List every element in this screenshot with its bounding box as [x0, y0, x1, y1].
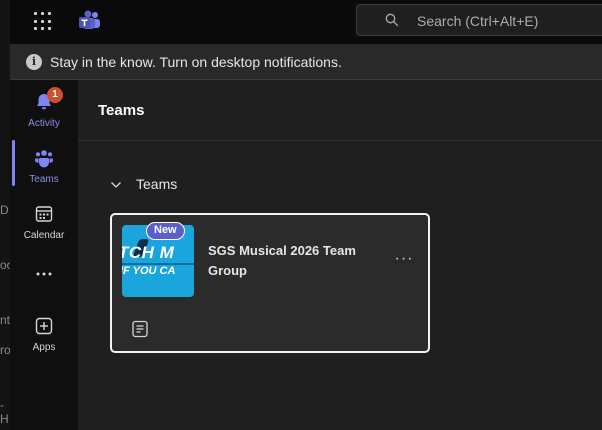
- rail-item-label: Teams: [29, 174, 59, 185]
- more-apps-button[interactable]: [10, 250, 78, 298]
- new-badge: New: [146, 222, 185, 240]
- background-text-fragment: ro: [0, 343, 10, 357]
- rail-item-label: Apps: [32, 342, 56, 353]
- calendar-icon: [35, 206, 53, 222]
- search-icon: [385, 13, 399, 27]
- main-content: Teams Teams TCH M IF YOU CA New SGS Musi…: [78, 80, 602, 430]
- section-label: Teams: [136, 176, 178, 192]
- app-bar: 1 Activity Teams Calendar Apps: [10, 80, 78, 430]
- team-card[interactable]: TCH M IF YOU CA New SGS Musical 2026 Tea…: [110, 213, 430, 353]
- team-name[interactable]: SGS Musical 2026 Team Group: [208, 241, 384, 281]
- rail-item-label: Activity: [28, 118, 60, 129]
- rail-item-teams[interactable]: Teams: [10, 138, 78, 194]
- page-title: Teams: [98, 102, 145, 119]
- rail-item-calendar[interactable]: Calendar: [10, 194, 78, 250]
- avatar-text-line: IF YOU CA: [122, 265, 176, 277]
- search-input[interactable]: Search (Ctrl+Alt+E): [417, 13, 538, 29]
- search-box[interactable]: Search (Ctrl+Alt+E): [356, 4, 602, 36]
- background-text-fragment: nt: [0, 313, 10, 327]
- banner-text[interactable]: Stay in the know. Turn on desktop notifi…: [50, 54, 342, 70]
- more-options-icon[interactable]: ···: [394, 251, 414, 267]
- teams-logo-icon: [79, 10, 100, 29]
- background-text-fragment: -H: [0, 398, 9, 426]
- teams-people-icon: [35, 150, 53, 168]
- chevron-down-icon: [111, 182, 121, 188]
- channel-posts-icon[interactable]: [130, 319, 150, 339]
- add-apps-icon: [35, 317, 53, 335]
- info-icon: i: [26, 54, 42, 70]
- background-window-edge: D oo nt ro -H: [0, 0, 10, 430]
- notification-banner: i Stay in the know. Turn on desktop noti…: [10, 44, 602, 80]
- app-launcher-icon[interactable]: [34, 12, 54, 32]
- avatar-text-line: TCH M: [122, 243, 175, 262]
- rail-item-apps[interactable]: Apps: [10, 306, 78, 362]
- more-horizontal-icon: [36, 272, 52, 276]
- rail-item-label: Calendar: [23, 230, 65, 241]
- activity-badge: 1: [47, 87, 63, 103]
- background-text-fragment: oo: [0, 258, 10, 272]
- page-header: Teams: [78, 80, 602, 141]
- background-text-fragment: D: [0, 203, 9, 217]
- rail-item-activity[interactable]: 1 Activity: [10, 82, 78, 138]
- title-bar: Search (Ctrl+Alt+E): [10, 0, 602, 44]
